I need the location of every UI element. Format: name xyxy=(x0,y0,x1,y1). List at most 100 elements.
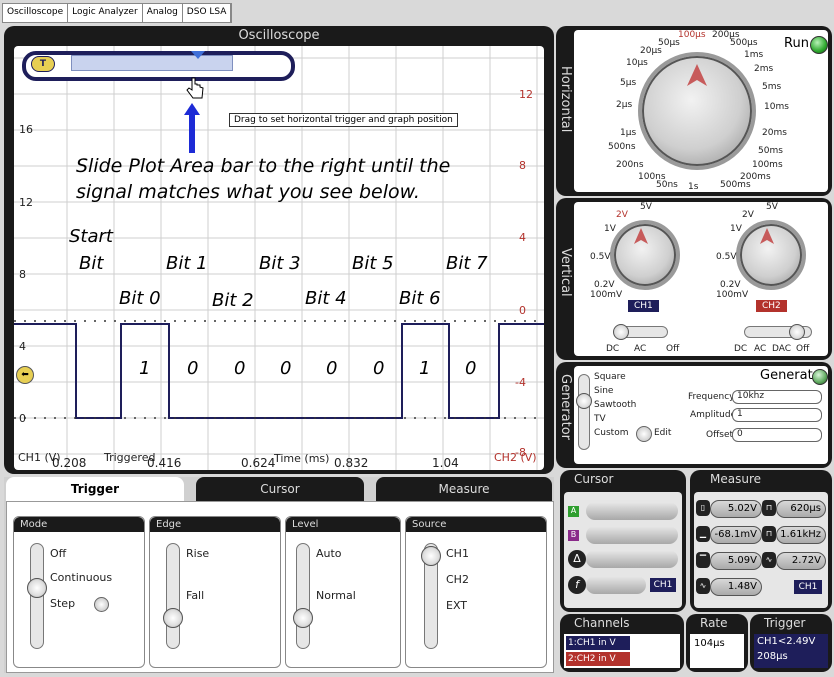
frequency-field[interactable] xyxy=(586,576,646,594)
tab-measure[interactable]: Measure xyxy=(376,477,552,501)
channel-item-1[interactable]: 1:CH1 in V xyxy=(566,636,630,650)
slider-knob[interactable] xyxy=(421,546,441,566)
channels-title: Channels xyxy=(574,616,630,630)
plot-area[interactable]: T Drag to set horizontal trigger and gra… xyxy=(14,46,544,470)
measure-value: 620µs xyxy=(776,500,826,518)
amplitude-input[interactable]: 1 xyxy=(732,408,822,422)
dial-pointer-icon xyxy=(760,228,774,244)
trigger-time: 208µs xyxy=(757,651,788,662)
slider-knob[interactable] xyxy=(293,608,313,628)
slider-knob[interactable] xyxy=(789,324,805,340)
cursor-b-field[interactable] xyxy=(586,526,678,544)
bit-value: 0 xyxy=(465,358,477,379)
cursor-a-field[interactable] xyxy=(586,502,678,520)
source-option-ch1[interactable]: CH1 xyxy=(446,547,469,560)
dial-label: 500µs xyxy=(730,38,758,48)
dial-label: 100mV xyxy=(590,290,623,300)
edge-option-fall[interactable]: Fall xyxy=(186,589,204,602)
waveform-option[interactable]: Sawtooth xyxy=(594,400,636,410)
source-slider[interactable] xyxy=(421,543,441,649)
waveform-slider[interactable] xyxy=(576,374,592,450)
ch1-coupling-slider[interactable] xyxy=(613,324,668,340)
tab-logic-analyzer[interactable]: Logic Analyzer xyxy=(68,4,143,22)
slider-knob[interactable] xyxy=(163,608,183,628)
tab-cursor[interactable]: Cursor xyxy=(196,477,364,501)
waveform-option[interactable]: Square xyxy=(594,372,626,382)
delta-field[interactable] xyxy=(586,550,678,568)
level-slider[interactable] xyxy=(293,543,313,649)
measure-value: 1.61kHz xyxy=(776,526,826,544)
cursor-a-badge: A xyxy=(568,506,579,517)
source-group: Source CH1 CH2 EXT xyxy=(405,516,547,668)
slider-knob[interactable] xyxy=(27,578,47,598)
tab-analog[interactable]: Analog xyxy=(143,4,183,22)
edge-slider[interactable] xyxy=(163,543,183,649)
tab-dso-lsa[interactable]: DSO LSA xyxy=(183,4,232,22)
dial-label: 0.2V xyxy=(594,280,615,290)
level-option-auto[interactable]: Auto xyxy=(316,547,342,560)
horizontal-panel: Horizontal 100µs 200µs 50µs 500µs 20µs 1… xyxy=(556,26,832,196)
x-tick: 0.624 xyxy=(241,456,276,470)
instruction-line-1: Slide Plot Area bar to the right until t… xyxy=(76,155,451,177)
cursor-inner: A B Δ f CH1 xyxy=(564,492,682,608)
offset-label: Offset xyxy=(706,430,734,440)
tab-trigger[interactable]: Trigger xyxy=(6,477,184,501)
mode-option-off[interactable]: Off xyxy=(50,547,66,560)
timebase-dial[interactable] xyxy=(638,52,756,170)
bit-7-label: Bit 7 xyxy=(446,253,488,274)
measure-value: -68.1mV xyxy=(710,526,762,544)
scrollbar-thumb[interactable] xyxy=(71,55,233,71)
trigger-position-handle[interactable]: T xyxy=(31,56,55,72)
instruction-line-2: signal matches what you see below. xyxy=(76,181,420,203)
mode-slider[interactable] xyxy=(27,543,47,649)
coupling-label: Off xyxy=(666,344,680,354)
source-option-ext[interactable]: EXT xyxy=(446,599,467,612)
measure-channel-badge[interactable]: CH1 xyxy=(794,580,822,594)
offset-input[interactable]: 0 xyxy=(732,428,822,442)
source-option-ch2[interactable]: CH2 xyxy=(446,573,469,586)
vmax-icon: ▔ xyxy=(696,552,710,568)
mode-option-continuous[interactable]: Continuous xyxy=(50,571,112,584)
bit-value: 1 xyxy=(139,358,151,379)
step-button[interactable] xyxy=(94,597,109,612)
dial-label: 50ms xyxy=(758,146,783,156)
edit-button[interactable] xyxy=(636,426,652,442)
ch1-volts-dial[interactable] xyxy=(610,220,680,290)
dial-label: 1ms xyxy=(744,50,764,60)
dial-label: 1V xyxy=(604,224,616,234)
dial-label: 1s xyxy=(688,182,699,192)
coupling-label: Off xyxy=(796,344,810,354)
mode-group: Mode Off Continuous Step xyxy=(13,516,145,668)
bit-value: 1 xyxy=(419,358,431,379)
vertical-panel: Vertical 5V 2V 1V 0.5V 0.2V 100mV CH1 5V… xyxy=(556,198,832,360)
trigger-level-marker[interactable]: ⬅ xyxy=(16,366,34,384)
run-button[interactable] xyxy=(810,36,828,54)
generate-button[interactable] xyxy=(812,369,828,385)
edge-option-rise[interactable]: Rise xyxy=(186,547,209,560)
ch2-volts-dial[interactable] xyxy=(736,220,806,290)
waveform-option[interactable]: TV xyxy=(594,414,606,424)
frequency-input[interactable]: 10khz xyxy=(732,390,822,404)
ch2-coupling-slider[interactable] xyxy=(744,324,812,340)
slider-knob[interactable] xyxy=(576,393,592,409)
channel-item-2[interactable]: 2:CH2 in V xyxy=(566,652,630,666)
dial-label: 1µs xyxy=(620,128,637,138)
edge-title: Edge xyxy=(150,517,280,532)
plot-area-scrollbar[interactable]: T xyxy=(22,51,295,81)
dial-label: 20µs xyxy=(640,46,662,56)
arrow-up-icon xyxy=(184,103,200,153)
waveform-option[interactable]: Sine xyxy=(594,386,613,396)
ch2-badge: CH2 xyxy=(756,300,787,312)
channels-panel: Channels 1:CH1 in V 2:CH2 in V xyxy=(560,614,684,672)
bottom-panel: Trigger Cursor Measure Mode Off Continuo… xyxy=(4,477,554,673)
vavg-icon: ∿ xyxy=(762,552,776,568)
cursor-channel-badge[interactable]: CH1 xyxy=(650,578,676,592)
tab-oscilloscope[interactable]: Oscilloscope xyxy=(3,4,69,22)
waveform-option[interactable]: Custom xyxy=(594,428,628,438)
measure-value: 1.48V xyxy=(710,578,762,596)
level-option-normal[interactable]: Normal xyxy=(316,589,356,602)
slider-knob[interactable] xyxy=(613,324,629,340)
mode-option-step[interactable]: Step xyxy=(50,597,75,610)
dial-label: 5µs xyxy=(620,78,637,88)
level-group: Level Auto Normal xyxy=(285,516,401,668)
